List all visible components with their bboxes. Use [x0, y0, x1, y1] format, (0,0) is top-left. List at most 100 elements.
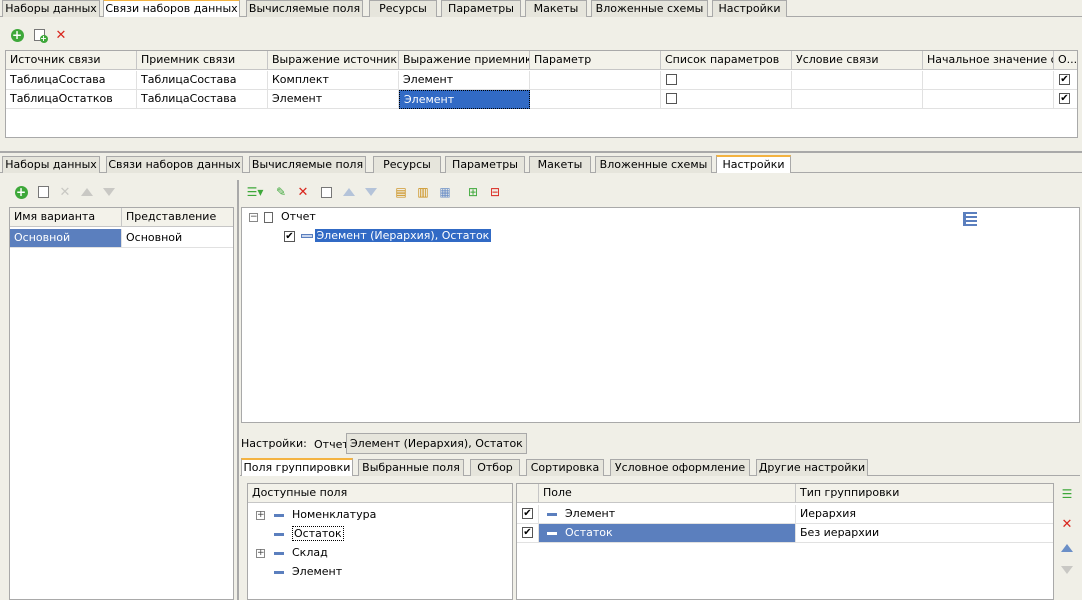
col-header-source-expr[interactable]: Выражение источник: [268, 51, 399, 70]
tab-datasets[interactable]: Наборы данных: [2, 156, 100, 173]
col-header-param-list[interactable]: Список параметров: [661, 51, 792, 70]
table-row-2-source-expr[interactable]: Элемент: [268, 90, 399, 109]
col-header-condition[interactable]: Условие связи: [792, 51, 923, 70]
available-field-item[interactable]: Остаток: [274, 526, 344, 543]
settings-path-root[interactable]: Отчет: [314, 438, 349, 451]
tab-resources[interactable]: Ресурсы: [369, 0, 437, 17]
tab-filter[interactable]: Отбор: [470, 459, 520, 476]
settings-add-button[interactable]: ⊞: [464, 183, 482, 201]
delete-structure-button[interactable]: ✕: [294, 183, 312, 201]
group-row-1-type[interactable]: Иерархия: [796, 505, 1053, 524]
param-list-checkbox[interactable]: [666, 93, 677, 104]
tab-conditional[interactable]: Условное оформление: [610, 459, 750, 476]
current-button[interactable]: ▦: [436, 183, 454, 201]
table-row-2-target-expr[interactable]: Элемент: [399, 90, 530, 109]
pane-splitter[interactable]: [0, 151, 1082, 153]
tab-links[interactable]: Связи наборов данных: [103, 0, 240, 17]
group-row-2-type[interactable]: Без иерархии: [796, 524, 1053, 543]
ungroup-button[interactable]: ▥: [414, 183, 432, 201]
settings-path-current[interactable]: Элемент (Иерархия), Остаток: [346, 433, 527, 454]
tab-group-fields[interactable]: Поля группировки: [241, 458, 353, 476]
col-header-group-type[interactable]: Тип группировки: [796, 484, 1053, 503]
table-row-1-target-expr[interactable]: Элемент: [399, 71, 530, 90]
table-row-2-optional[interactable]: ✔: [1054, 90, 1077, 109]
table-row-1-initial[interactable]: [923, 71, 1054, 90]
tab-nested[interactable]: Вложенные схемы: [591, 0, 708, 17]
table-row-2-initial[interactable]: [923, 90, 1054, 109]
table-row-1-param-list[interactable]: [661, 71, 792, 90]
table-row-1-optional[interactable]: ✔: [1054, 71, 1077, 90]
col-header-target-expr[interactable]: Выражение приемник: [399, 51, 530, 70]
variant-row-view[interactable]: Основной: [122, 229, 233, 248]
delete-link-button[interactable]: ✕: [52, 26, 70, 44]
add-variant-button[interactable]: +: [12, 183, 30, 201]
move-down-button[interactable]: [1058, 561, 1076, 579]
group-button[interactable]: ▤: [392, 183, 410, 201]
table-row-1-source-expr[interactable]: Комплект: [268, 71, 399, 90]
col-header-field[interactable]: Поле: [539, 484, 796, 503]
toggle-button[interactable]: [317, 183, 335, 201]
add-link-button[interactable]: +: [8, 26, 26, 44]
settings-remove-button[interactable]: ⊟: [486, 183, 504, 201]
variant-row-name[interactable]: Основной: [10, 229, 122, 248]
expand-icon[interactable]: +: [256, 511, 265, 520]
move-up-button[interactable]: [78, 183, 96, 201]
move-up-button[interactable]: [340, 183, 358, 201]
tab-resources[interactable]: Ресурсы: [373, 156, 441, 173]
move-down-button[interactable]: [362, 183, 380, 201]
col-header-view[interactable]: Представление: [122, 208, 233, 227]
tab-settings[interactable]: Настройки: [716, 155, 791, 173]
tab-calculated[interactable]: Вычисляемые поля: [246, 0, 363, 17]
tree-root[interactable]: Отчет: [264, 209, 316, 226]
table-row-2-condition[interactable]: [792, 90, 923, 109]
table-row-1-source[interactable]: ТаблицаСостава: [6, 71, 137, 90]
tab-parameters[interactable]: Параметры: [441, 0, 521, 17]
add-grouping-button[interactable]: ☰▾: [242, 183, 268, 201]
col-header-source[interactable]: Источник связи: [6, 51, 137, 70]
available-field-item[interactable]: Номенклатура: [274, 507, 376, 524]
group-row-1-check[interactable]: ✔: [517, 505, 539, 524]
group-field-checkbox[interactable]: ✔: [522, 508, 533, 519]
structure-options-icon[interactable]: [963, 212, 977, 226]
copy-link-button[interactable]: +: [30, 26, 48, 44]
group-field-checkbox[interactable]: ✔: [522, 527, 533, 538]
table-row-2-target[interactable]: ТаблицаСостава: [137, 90, 268, 109]
tree-child[interactable]: ✔ Элемент (Иерархия), Остаток: [284, 228, 492, 245]
optional-checkbox[interactable]: ✔: [1059, 74, 1070, 85]
tab-parameters[interactable]: Параметры: [445, 156, 525, 173]
tab-selected-fields[interactable]: Выбранные поля: [358, 459, 464, 476]
edit-button[interactable]: ✎: [272, 183, 290, 201]
delete-group-field-button[interactable]: ✕: [1058, 515, 1076, 533]
param-list-checkbox[interactable]: [666, 74, 677, 85]
col-header-target[interactable]: Приемник связи: [137, 51, 268, 70]
col-header-initial[interactable]: Начальное значение с...: [923, 51, 1054, 70]
move-up-button[interactable]: [1058, 539, 1076, 557]
vertical-splitter[interactable]: [237, 180, 239, 600]
tab-links[interactable]: Связи наборов данных: [106, 156, 243, 173]
tab-datasets[interactable]: Наборы данных: [2, 0, 100, 17]
table-row-2-param[interactable]: [530, 90, 661, 109]
add-group-field-button[interactable]: ☰: [1058, 485, 1076, 503]
col-header-param[interactable]: Параметр: [530, 51, 661, 70]
group-row-1-field[interactable]: Элемент: [539, 505, 796, 524]
tab-nested[interactable]: Вложенные схемы: [595, 156, 712, 173]
table-row-2-param-list[interactable]: [661, 90, 792, 109]
table-row-1-target[interactable]: ТаблицаСостава: [137, 71, 268, 90]
copy-variant-button[interactable]: [34, 183, 52, 201]
col-header-optional[interactable]: О...: [1054, 51, 1077, 70]
optional-checkbox[interactable]: ✔: [1059, 93, 1070, 104]
expand-icon[interactable]: +: [256, 549, 265, 558]
move-down-button[interactable]: [100, 183, 118, 201]
tree-child-checkbox[interactable]: ✔: [284, 230, 295, 242]
table-row-2-source[interactable]: ТаблицаОстатков: [6, 90, 137, 109]
available-field-item[interactable]: Склад: [274, 545, 328, 562]
group-row-2-field[interactable]: Остаток: [539, 524, 796, 543]
tab-other[interactable]: Другие настройки: [756, 459, 868, 476]
col-header-variant-name[interactable]: Имя варианта: [10, 208, 122, 227]
available-field-item[interactable]: Элемент: [274, 564, 342, 581]
tab-sort[interactable]: Сортировка: [526, 459, 604, 476]
table-row-1-param[interactable]: [530, 71, 661, 90]
tab-layouts[interactable]: Макеты: [525, 0, 587, 17]
tab-settings[interactable]: Настройки: [712, 0, 787, 17]
collapse-icon[interactable]: −: [249, 213, 258, 222]
